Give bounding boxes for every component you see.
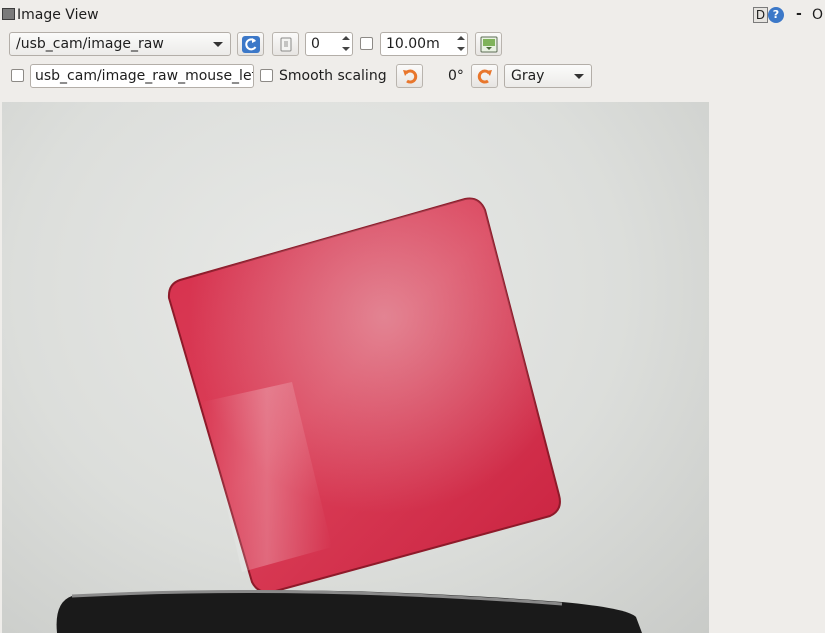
dark-object-edge [56, 590, 643, 633]
save-image-icon [480, 36, 498, 53]
save-image-button[interactable] [475, 32, 502, 56]
rotate-left-button[interactable] [396, 64, 423, 88]
camera-image-view[interactable] [2, 102, 709, 633]
color-scheme-value: Gray [511, 68, 545, 84]
spin-up-icon[interactable] [454, 33, 467, 44]
rotation-value: 0° [448, 68, 464, 84]
window-icon [2, 8, 15, 20]
help-icon[interactable]: ? [768, 7, 784, 23]
camera-frame-image [56, 197, 643, 633]
smooth-scaling-checkbox[interactable] [260, 69, 273, 82]
topic-select-value: /usb_cam/image_raw [16, 36, 164, 52]
topic-select[interactable]: /usb_cam/image_raw [9, 32, 231, 56]
frame-spinbox-value: 0 [311, 36, 320, 52]
chevron-down-icon [574, 74, 584, 79]
mouse-topic-value: usb_cam/image_raw_mouse_left [35, 68, 254, 84]
mouse-topic-input[interactable]: usb_cam/image_raw_mouse_left [30, 64, 254, 88]
dynamic-range-checkbox[interactable] [360, 37, 373, 50]
rotate-right-button[interactable] [471, 64, 498, 88]
dock-button[interactable]: D [753, 7, 768, 23]
rotate-left-icon [403, 69, 418, 84]
refresh-topics-button[interactable] [237, 32, 264, 56]
publish-click-checkbox[interactable] [11, 69, 24, 82]
frame-spinbox[interactable]: 0 [305, 32, 353, 56]
window-title: Image View [17, 7, 99, 23]
smooth-scaling-label: Smooth scaling [279, 68, 387, 84]
color-scheme-select[interactable]: Gray [504, 64, 592, 88]
rotate-right-icon [477, 69, 492, 84]
max-range-value: 10.00m [386, 36, 440, 52]
spin-down-icon[interactable] [454, 44, 467, 55]
close-button[interactable]: O [812, 6, 823, 24]
save-frame-button[interactable] [272, 32, 299, 56]
chevron-down-icon [213, 42, 223, 47]
refresh-icon [242, 36, 260, 53]
minimize-button[interactable]: - [796, 5, 802, 23]
max-range-spinbox[interactable]: 10.00m [380, 32, 468, 56]
spin-up-icon[interactable] [339, 33, 352, 44]
spin-down-icon[interactable] [339, 44, 352, 55]
frame-icon [280, 37, 292, 52]
